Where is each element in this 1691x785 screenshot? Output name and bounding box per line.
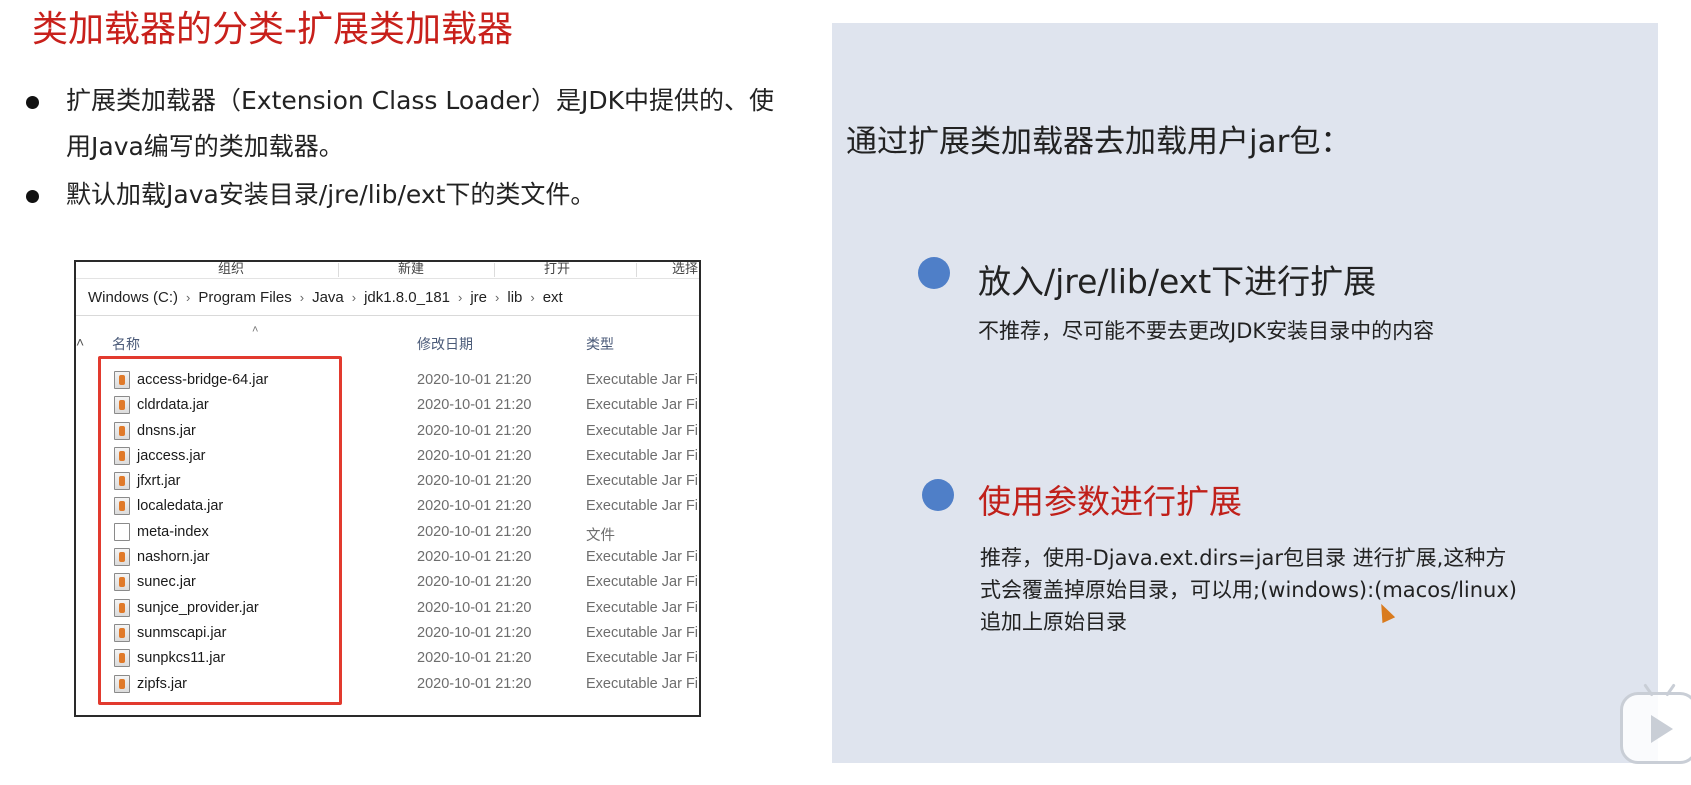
file-type: Executable Jar Fi bbox=[586, 624, 699, 641]
file-type: Executable Jar Fi bbox=[586, 473, 699, 490]
file-date: 2020-10-01 21:20 bbox=[417, 599, 532, 616]
file-type: Executable Jar Fi bbox=[586, 397, 699, 414]
panel-heading: 通过扩展类加载器去加载用户jar包： bbox=[846, 124, 1352, 160]
file-type: Executable Jar Fi bbox=[586, 650, 699, 667]
bullet-dot-icon bbox=[26, 96, 39, 109]
address-bar[interactable]: Windows (C:) › Program Files › Java › jdk1.… bbox=[76, 280, 699, 316]
bullet-list: 扩展类加载器（Extension Class Loader）是JDK中提供的、使… bbox=[24, 78, 784, 218]
file-type: Executable Jar Fi bbox=[586, 498, 699, 515]
bullet-circle-icon bbox=[918, 257, 950, 289]
chevron-right-icon: › bbox=[458, 290, 463, 305]
file-explorer-screenshot: 组织 新建 打开 选择 Windows (C:) › Program Files ›… bbox=[74, 260, 701, 717]
option2-desc-line: 推荐，使用-Djava.ext.dirs=jar包目录 进行扩展,这种方 bbox=[980, 546, 1507, 570]
file-type: Executable Jar Fi bbox=[586, 574, 699, 591]
chevron-right-icon: › bbox=[299, 290, 305, 305]
breadcrumb-item[interactable]: jdk1.8.0_181 bbox=[364, 289, 450, 306]
file-type: Executable Jar Fi bbox=[586, 422, 699, 439]
column-header-type[interactable]: 类型 bbox=[586, 334, 614, 354]
file-type: Executable Jar Fi bbox=[586, 372, 699, 388]
option2-desc-line: 式会覆盖掉原始目录，可以用;(windows):(macos/linux) bbox=[980, 578, 1517, 602]
bullet-item: 扩展类加载器（Extension Class Loader）是JDK中提供的、使… bbox=[24, 78, 784, 170]
file-date: 2020-10-01 21:20 bbox=[417, 624, 532, 641]
video-play-icon[interactable] bbox=[1620, 692, 1691, 764]
file-date: 2020-10-01 21:20 bbox=[417, 650, 532, 667]
file-type: Executable Jar Fi bbox=[586, 549, 699, 566]
file-date: 2020-10-01 21:20 bbox=[417, 397, 532, 414]
file-date: 2020-10-01 21:20 bbox=[417, 372, 532, 388]
ribbon-open[interactable]: 打开 bbox=[544, 262, 570, 277]
breadcrumb-item[interactable]: Java bbox=[312, 289, 344, 306]
file-date: 2020-10-01 21:20 bbox=[417, 675, 532, 692]
option1-desc: 不推荐，尽可能不要去更改JDK安装目录中的内容 bbox=[978, 319, 1435, 343]
chevron-right-icon: › bbox=[530, 290, 535, 305]
file-date: 2020-10-01 21:20 bbox=[417, 549, 532, 566]
chevron-right-icon: › bbox=[186, 290, 191, 305]
file-type: 文件 bbox=[586, 527, 615, 544]
file-type: Executable Jar Fi bbox=[586, 599, 699, 616]
ribbon-organize[interactable]: 组织 bbox=[218, 262, 244, 277]
breadcrumb-item[interactable]: lib bbox=[507, 289, 522, 306]
option2-desc-line: 追加上原始目录 bbox=[980, 610, 1127, 634]
column-header-date[interactable]: 修改日期 bbox=[417, 334, 473, 354]
file-date: 2020-10-01 21:20 bbox=[417, 422, 532, 439]
file-date: 2020-10-01 21:20 bbox=[417, 473, 532, 490]
file-type: Executable Jar Fi bbox=[586, 447, 699, 464]
bullet-circle-icon bbox=[922, 479, 954, 511]
file-date: 2020-10-01 21:20 bbox=[417, 447, 532, 464]
highlight-box bbox=[98, 356, 342, 705]
slide-title: 类加载器的分类-扩展类加载器 bbox=[32, 9, 513, 50]
option2-desc: 推荐，使用-Djava.ext.dirs=jar包目录 进行扩展,这种方 式会覆… bbox=[980, 542, 1600, 638]
breadcrumb-item[interactable]: Windows (C:) bbox=[88, 289, 178, 306]
file-date: 2020-10-01 21:20 bbox=[417, 498, 532, 515]
bullet-text: 扩展类加载器（Extension Class Loader）是JDK中提供的、使… bbox=[66, 86, 775, 161]
file-date: 2020-10-01 21:20 bbox=[417, 523, 532, 540]
info-panel: 通过扩展类加载器去加载用户jar包： 放入/jre/lib/ext下进行扩展 不… bbox=[832, 23, 1658, 763]
breadcrumb-item[interactable]: ext bbox=[543, 289, 563, 306]
bullet-dot-icon bbox=[26, 190, 39, 203]
file-date: 2020-10-01 21:20 bbox=[417, 574, 532, 591]
chevron-right-icon: › bbox=[351, 290, 357, 305]
file-type: Executable Jar Fi bbox=[586, 675, 699, 692]
chevron-right-icon: › bbox=[495, 290, 500, 305]
breadcrumb-item[interactable]: Program Files bbox=[198, 289, 291, 306]
collapse-caret-icon[interactable]: ˄ bbox=[76, 334, 84, 350]
column-header-name[interactable]: 名称 bbox=[112, 334, 140, 354]
breadcrumb-item[interactable]: jre bbox=[470, 289, 487, 306]
bullet-item: 默认加载Java安装目录/jre/lib/ext下的类文件。 bbox=[24, 172, 784, 218]
explorer-ribbon: 组织 新建 打开 选择 bbox=[76, 262, 699, 279]
option1-title: 放入/jre/lib/ext下进行扩展 bbox=[978, 262, 1377, 301]
option2-title: 使用参数进行扩展 bbox=[978, 482, 1242, 521]
ribbon-new[interactable]: 新建 bbox=[398, 262, 424, 277]
sort-ascending-icon: ˄ bbox=[252, 324, 259, 336]
bullet-text: 默认加载Java安装目录/jre/lib/ext下的类文件。 bbox=[66, 180, 596, 209]
ribbon-select[interactable]: 选择 bbox=[672, 262, 698, 277]
